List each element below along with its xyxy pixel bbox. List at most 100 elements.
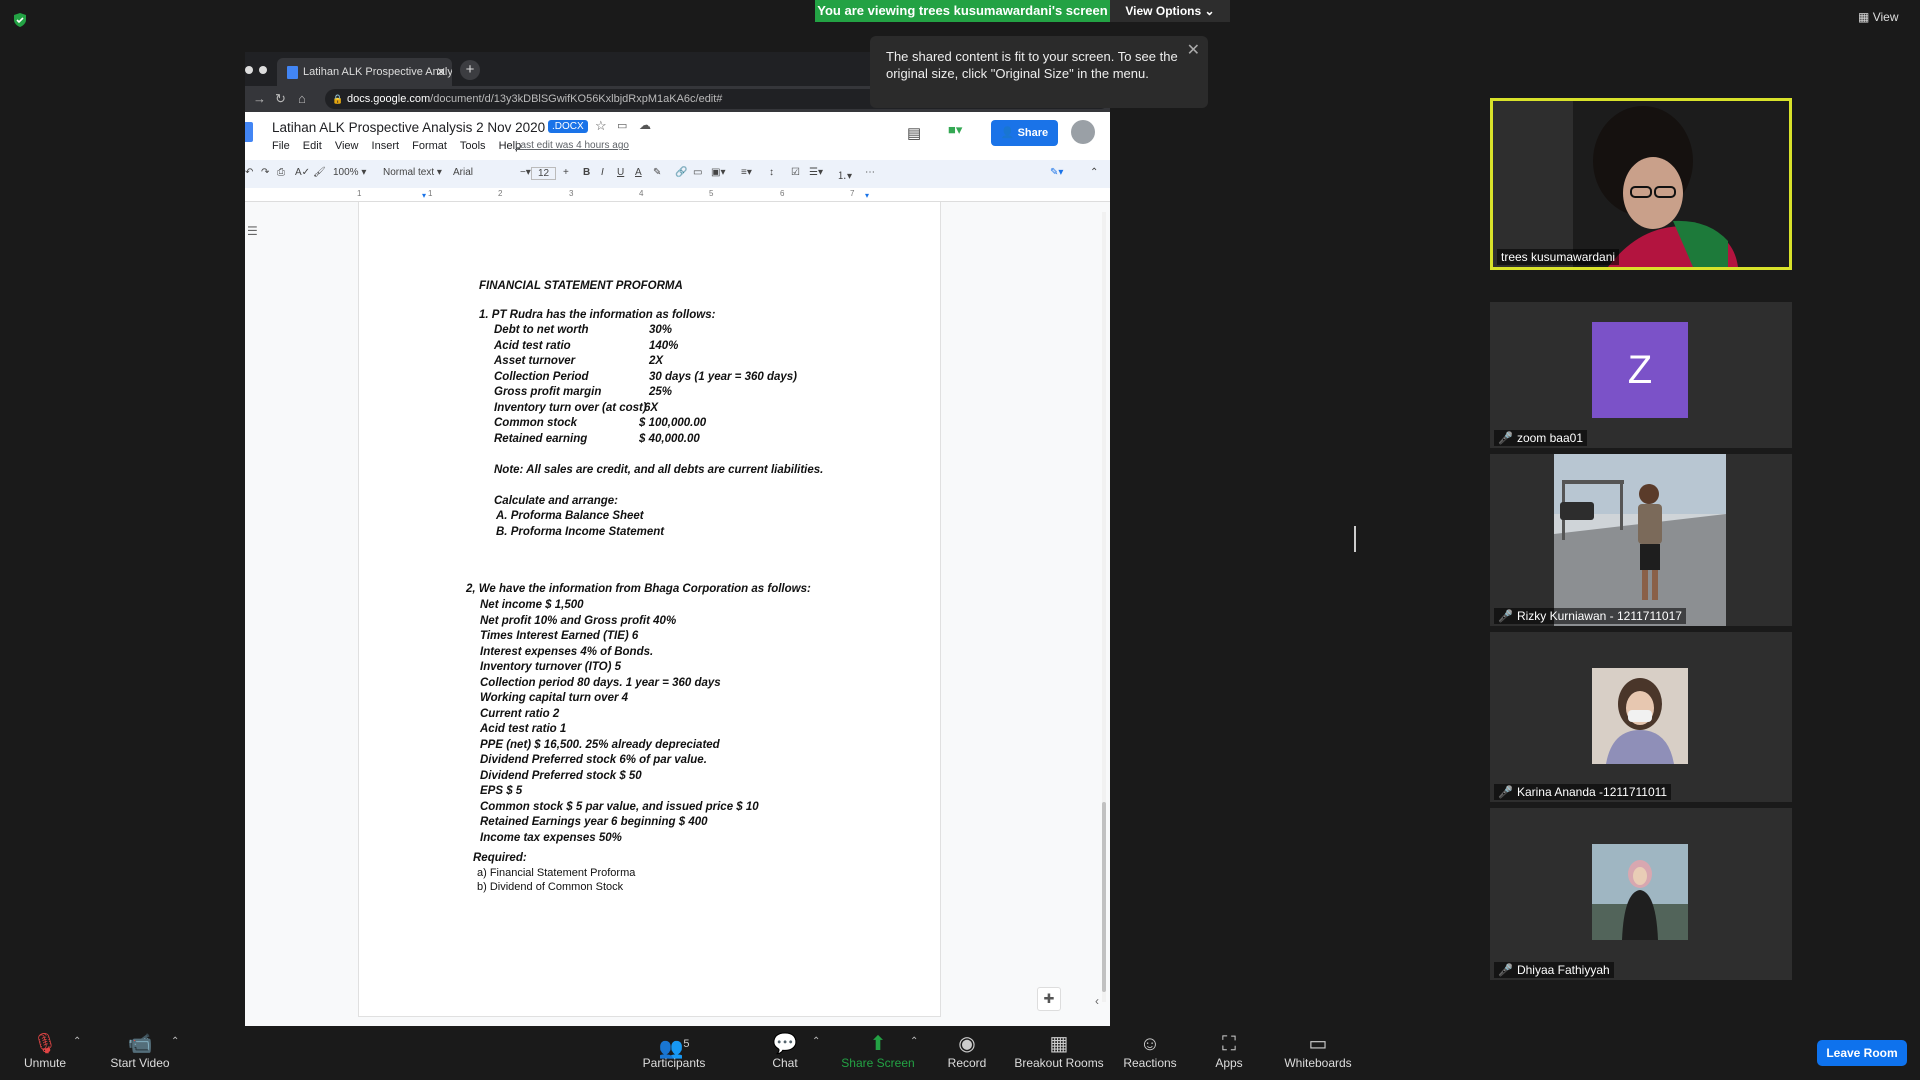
chat-button[interactable]: 💬 Chat bbox=[765, 1032, 805, 1070]
avatar[interactable] bbox=[1071, 120, 1095, 144]
video-tile[interactable]: 🎤 Rizky Kurniawan - 1211711017 bbox=[1490, 454, 1792, 626]
participant-name-text: zoom baa01 bbox=[1516, 431, 1583, 445]
video-tile-active-speaker[interactable]: trees kusumawardani bbox=[1490, 98, 1792, 270]
align-icon[interactable]: ≡▾ bbox=[741, 167, 752, 178]
undo-icon[interactable]: ↶ bbox=[245, 167, 253, 178]
spellcheck-icon[interactable]: A✓ bbox=[295, 167, 310, 178]
unmute-label: Unmute bbox=[23, 1056, 67, 1070]
q1-item-label: Debt to net worth bbox=[494, 324, 589, 336]
q2-item: Times Interest Earned (TIE) 6 bbox=[480, 630, 639, 642]
share-screen-button[interactable]: ⬆ Share Screen bbox=[838, 1032, 918, 1070]
star-icon[interactable]: ☆ bbox=[595, 118, 607, 134]
whiteboards-button[interactable]: ▭ Whiteboards bbox=[1282, 1032, 1354, 1070]
start-video-button[interactable]: 📹 Start Video bbox=[105, 1032, 175, 1070]
link-icon[interactable]: 🔗 bbox=[675, 167, 687, 178]
docs-logo-icon[interactable] bbox=[245, 122, 253, 142]
chevron-up-icon[interactable]: ⌃ bbox=[1090, 167, 1098, 178]
print-icon[interactable]: ⎙ bbox=[277, 167, 285, 178]
folder-icon[interactable]: ▭ bbox=[617, 119, 627, 132]
paint-format-icon[interactable]: 🖌 bbox=[313, 167, 326, 178]
comment-icon[interactable]: ▤ bbox=[907, 124, 921, 142]
apps-button[interactable]: ⛶ Apps bbox=[1210, 1032, 1248, 1070]
participant-name-text: Rizky Kurniawan - 1211711017 bbox=[1516, 609, 1682, 623]
video-tile[interactable]: 🎤 Dhiyaa Fathiyyah bbox=[1490, 808, 1792, 980]
font-size-field[interactable]: 12 bbox=[531, 167, 557, 180]
bullet-list-icon[interactable]: ☰▾ bbox=[809, 167, 823, 178]
video-tile[interactable]: 🎤 Karina Ananda -1211711011 bbox=[1490, 632, 1792, 802]
close-icon[interactable]: ✕ bbox=[1187, 42, 1200, 59]
record-label: Record bbox=[947, 1056, 987, 1070]
document-page[interactable]: FINANCIAL STATEMENT PROFORMA 1. PT Rudra… bbox=[358, 202, 941, 1017]
chevron-up-icon[interactable]: ⌃ bbox=[910, 1036, 918, 1047]
underline-icon[interactable]: U bbox=[617, 167, 624, 178]
insert-image-icon[interactable]: ▣▾ bbox=[711, 167, 725, 178]
menu-file[interactable]: File bbox=[272, 140, 290, 152]
chevron-up-icon[interactable]: ⌃ bbox=[171, 1036, 179, 1047]
share-button[interactable]: 👤 Share bbox=[991, 120, 1058, 146]
outline-icon[interactable]: ☰ bbox=[247, 224, 258, 238]
menu-format[interactable]: Format bbox=[412, 140, 447, 152]
participants-button[interactable]: 👥5 Participants bbox=[638, 1032, 710, 1070]
forward-arrow-icon[interactable]: → bbox=[253, 91, 266, 106]
participant-video bbox=[1592, 668, 1688, 764]
window-dot-icon[interactable] bbox=[245, 66, 253, 74]
menu-view[interactable]: View bbox=[335, 140, 359, 152]
zoom-select[interactable]: 100% ▾ bbox=[333, 167, 366, 178]
participant-name: trees kusumawardani bbox=[1497, 249, 1620, 265]
muted-mic-icon: 🎤 bbox=[1498, 963, 1513, 977]
indent-marker-icon[interactable]: ▾ bbox=[422, 191, 426, 200]
menu-insert[interactable]: Insert bbox=[372, 140, 400, 152]
home-icon[interactable]: ⌂ bbox=[298, 91, 306, 106]
more-icon[interactable]: ⋯ bbox=[865, 167, 875, 178]
new-tab-button[interactable]: + bbox=[460, 60, 480, 80]
close-icon[interactable]: ✕ bbox=[436, 58, 446, 86]
scrollbar-thumb[interactable] bbox=[1102, 802, 1106, 992]
reactions-icon: ☺ bbox=[1139, 1033, 1161, 1055]
right-indent-marker-icon[interactable]: ▾ bbox=[865, 191, 869, 200]
menu-edit[interactable]: Edit bbox=[303, 140, 322, 152]
numbered-list-icon[interactable]: ⒈▾ bbox=[837, 167, 852, 182]
meet-icon[interactable]: ■▾ bbox=[948, 122, 980, 144]
side-panel-chevron-icon[interactable]: ‹ bbox=[1095, 994, 1099, 1008]
splitter-handle[interactable] bbox=[1354, 526, 1356, 552]
reload-icon[interactable]: ↻ bbox=[275, 91, 286, 107]
checklist-icon[interactable]: ☑ bbox=[791, 167, 800, 178]
whiteboard-icon: ▭ bbox=[1308, 1033, 1328, 1055]
highlight-icon[interactable]: ✎ bbox=[653, 167, 661, 178]
menu-tools[interactable]: Tools bbox=[460, 140, 486, 152]
q2-item: Collection period 80 days. 1 year = 360 … bbox=[480, 676, 721, 689]
chevron-up-icon[interactable]: ⌃ bbox=[73, 1036, 81, 1047]
chevron-up-icon[interactable]: ⌃ bbox=[812, 1036, 820, 1047]
last-edit-link[interactable]: Last edit was 4 hours ago bbox=[515, 140, 629, 151]
bold-icon[interactable]: B bbox=[583, 167, 590, 178]
q1-item-value: $ 100,000.00 bbox=[639, 417, 707, 429]
line-spacing-icon[interactable]: ↕ bbox=[769, 167, 774, 178]
font-size-decrease-icon[interactable]: − bbox=[520, 167, 526, 178]
font-size-increase-icon[interactable]: + bbox=[563, 167, 569, 178]
editing-mode-icon[interactable]: ✎▾ bbox=[1050, 167, 1063, 178]
q2-item: Dividend Preferred stock $ 50 bbox=[480, 769, 642, 782]
muted-mic-icon: 🎤 bbox=[1498, 609, 1513, 623]
unmute-button[interactable]: 🎙 Unmute bbox=[20, 1032, 70, 1070]
browser-tab[interactable]: Latihan ALK Prospective Analy ✕ bbox=[277, 58, 452, 86]
text-color-icon[interactable]: A bbox=[635, 167, 642, 178]
reactions-button[interactable]: ☺ Reactions bbox=[1120, 1032, 1180, 1070]
security-shield-icon[interactable] bbox=[12, 12, 28, 28]
video-tile[interactable]: Z 🎤 zoom baa01 bbox=[1490, 302, 1792, 448]
window-dot-icon[interactable] bbox=[259, 66, 267, 74]
apps-icon: ⛶ bbox=[1222, 1033, 1236, 1055]
view-button[interactable]: ▦ View bbox=[1858, 10, 1898, 24]
redo-icon[interactable]: ↷ bbox=[261, 167, 269, 178]
italic-icon[interactable]: I bbox=[601, 167, 604, 178]
q1-intro: 1. PT Rudra has the information as follo… bbox=[479, 309, 716, 321]
q1-option-a: A. Proforma Balance Sheet bbox=[496, 510, 644, 522]
style-select[interactable]: Normal text ▾ bbox=[383, 167, 442, 178]
explore-icon[interactable]: ✚ bbox=[1037, 987, 1061, 1011]
document-title[interactable]: Latihan ALK Prospective Analysis 2 Nov 2… bbox=[272, 120, 545, 135]
add-comment-icon[interactable]: ▭ bbox=[693, 167, 702, 178]
view-options-button[interactable]: View Options ⌄ bbox=[1110, 0, 1230, 22]
breakout-rooms-button[interactable]: ▦ Breakout Rooms bbox=[1013, 1032, 1105, 1070]
record-button[interactable]: ◉ Record bbox=[943, 1032, 991, 1070]
q1-item-label: Collection Period bbox=[494, 370, 589, 383]
leave-room-button[interactable]: Leave Room bbox=[1817, 1040, 1907, 1066]
